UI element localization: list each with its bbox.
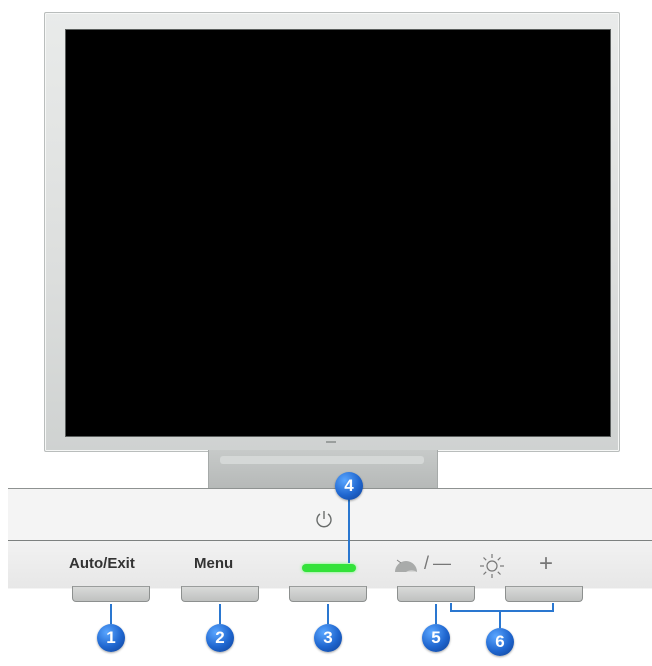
callout-4-leader [348,497,350,563]
callout-6-bracket-right [552,603,554,612]
minus-icon: — [433,553,451,573]
callout-3-leader [327,604,329,624]
minus-symbol: / [424,553,430,573]
contrast-icon [393,558,423,576]
callout-1-leader [110,604,112,624]
callout-6: 6 [486,628,514,656]
brightness-icon [479,553,505,579]
callout-6-leader [499,611,501,628]
auto-exit-label: Auto/Exit [69,555,135,572]
power-indicator-led [302,564,356,572]
callout-2: 2 [206,624,234,652]
menu-label: Menu [194,555,234,572]
callout-2-leader [219,604,221,624]
contrast-minus-button[interactable] [397,586,475,602]
menu-button[interactable] [181,586,259,602]
callout-4: 4 [335,472,363,500]
power-button[interactable] [289,586,367,602]
callout-5: 5 [422,624,450,652]
callout-1: 1 [97,624,125,652]
plus-icon: + [539,550,554,577]
brightness-plus-button[interactable] [505,586,583,602]
stand-ridge [220,456,424,464]
auto-exit-button[interactable] [72,586,150,602]
callout-3: 3 [314,624,342,652]
power-icon [312,507,336,531]
panel-divider [8,540,652,541]
callout-5-leader [435,604,437,624]
monitor-screen [66,30,610,436]
bezel-logo [326,441,336,443]
callout-6-bracket [450,610,554,612]
callout-6-bracket-left [450,603,452,612]
